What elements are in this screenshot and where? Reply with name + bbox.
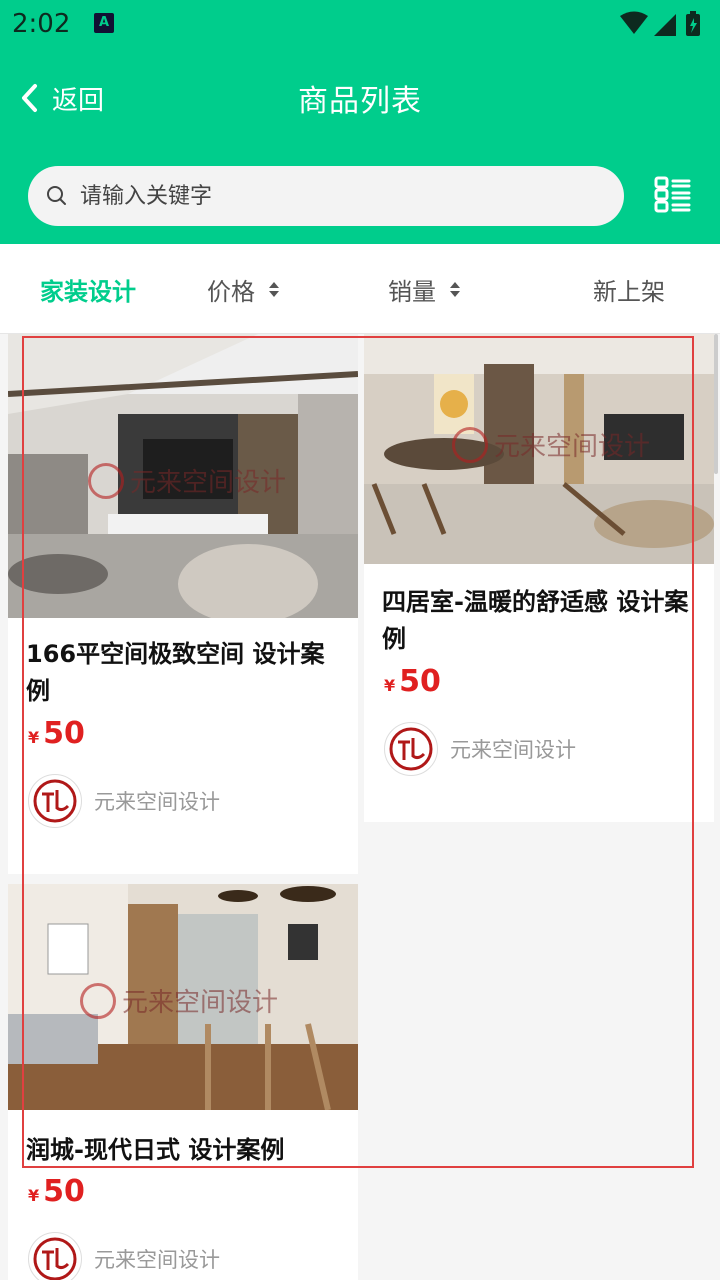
- shop-info[interactable]: 元来空间设计: [28, 774, 220, 828]
- sort-arrows-icon: [450, 282, 460, 297]
- image-watermark: 元来空间设计: [88, 462, 286, 499]
- currency-symbol: ¥: [28, 728, 40, 747]
- filter-price[interactable]: 价格: [207, 272, 279, 307]
- filter-price-label: 价格: [207, 278, 255, 306]
- shop-info[interactable]: 元来空间设计: [384, 722, 576, 776]
- filter-new-label: 新上架: [593, 278, 665, 306]
- product-grid: 元来空间设计 166平空间极致空间 设计案例 ¥50 元来空间设计 元来空间设计…: [0, 334, 720, 1280]
- filter-bar: 家装设计 价格 销量 新上架: [0, 244, 720, 334]
- filter-category-label: 家装设计: [40, 278, 136, 306]
- watermark-text: 元来空间设计: [130, 468, 287, 498]
- signal-icon: [654, 14, 676, 36]
- page-title: 商品列表: [298, 84, 422, 119]
- product-title: 166平空间极致空间 设计案例: [26, 640, 325, 705]
- currency-symbol: ¥: [28, 1186, 40, 1205]
- watermark-text: 元来空间设计: [494, 432, 651, 462]
- price-value: 50: [43, 1174, 85, 1209]
- currency-symbol: ¥: [384, 676, 396, 695]
- status-time: 2:02: [12, 9, 71, 39]
- product-title: 润城-现代日式 设计案例: [26, 1136, 285, 1164]
- product-card[interactable]: 元来空间设计 四居室-温暖的舒适感 设计案例 ¥50 元来空间设计: [364, 334, 714, 822]
- watermark-logo: [80, 982, 116, 1019]
- battery-icon: [686, 11, 700, 36]
- search-icon: [47, 186, 66, 205]
- navigation-bar: 返回 商品列表: [0, 62, 720, 132]
- shop-logo-icon: [28, 774, 82, 828]
- watermark-logo: [88, 462, 124, 499]
- filter-new[interactable]: 新上架: [593, 272, 665, 307]
- scrollbar[interactable]: [714, 334, 718, 474]
- product-price: ¥50: [384, 664, 441, 699]
- shop-name: 元来空间设计: [94, 790, 220, 814]
- product-price: ¥50: [28, 716, 85, 751]
- filter-sales-label: 销量: [388, 278, 436, 306]
- shop-logo-icon: [384, 722, 438, 776]
- search-input[interactable]: [80, 183, 560, 209]
- watermark-logo: [452, 426, 488, 463]
- status-bar: 2:02 A: [0, 0, 720, 50]
- filter-category[interactable]: 家装设计: [40, 272, 136, 307]
- search-bar[interactable]: [28, 166, 624, 226]
- shop-logo-icon: [28, 1232, 82, 1280]
- watermark-text: 元来空间设计: [122, 988, 279, 1018]
- price-value: 50: [399, 664, 441, 699]
- system-status-icons: [620, 11, 700, 36]
- filter-sales[interactable]: 销量: [388, 272, 460, 307]
- product-card[interactable]: 元来空间设计 润城-现代日式 设计案例 ¥50 元来空间设计: [8, 884, 358, 1280]
- product-price: ¥50: [28, 1174, 85, 1209]
- image-watermark: 元来空间设计: [80, 982, 278, 1019]
- price-value: 50: [43, 716, 85, 751]
- image-watermark: 元来空间设计: [452, 426, 650, 463]
- list-layout-icon[interactable]: [654, 176, 692, 214]
- app-header: 2:02 A 返回 商品列表: [0, 0, 720, 244]
- product-title: 四居室-温暖的舒适感 设计案例: [382, 588, 689, 653]
- sort-arrows-icon: [269, 282, 279, 297]
- shop-info[interactable]: 元来空间设计: [28, 1232, 220, 1280]
- shop-name: 元来空间设计: [94, 1248, 220, 1272]
- wifi-icon: [620, 11, 648, 34]
- product-card[interactable]: 元来空间设计 166平空间极致空间 设计案例 ¥50 元来空间设计: [8, 334, 358, 874]
- shop-name: 元来空间设计: [450, 738, 576, 762]
- notification-icon: A: [94, 13, 114, 33]
